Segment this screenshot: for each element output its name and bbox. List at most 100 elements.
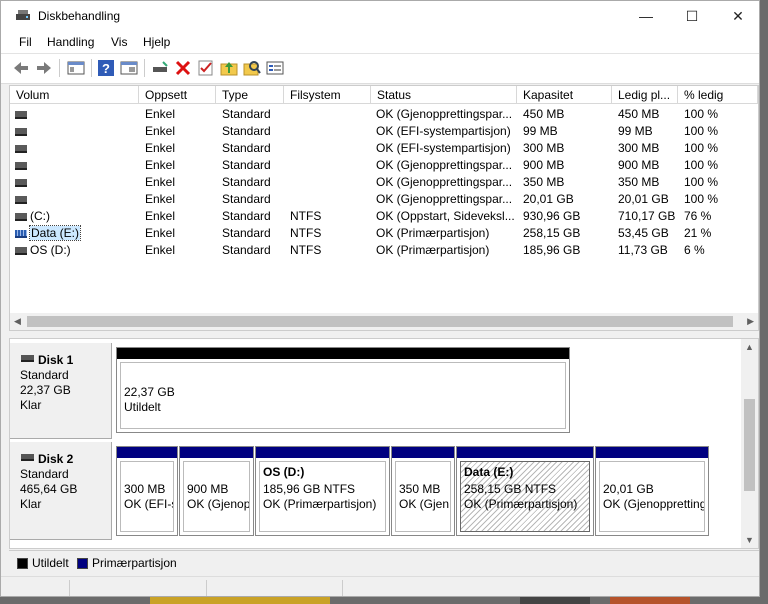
volume-row[interactable]: Enkel Standard OK (Gjenopprettingspar... 45… bbox=[10, 106, 750, 123]
desktop-background bbox=[610, 597, 690, 604]
help-icon[interactable]: ? bbox=[97, 59, 115, 77]
column-header-capacity[interactable]: Kapasitet bbox=[517, 86, 612, 104]
volume-free-space-cell: 11,73 GB bbox=[618, 243, 668, 257]
maximize-button[interactable]: ☐ bbox=[669, 1, 715, 31]
volume-icon bbox=[15, 213, 27, 221]
scroll-up-icon[interactable]: ▲ bbox=[745, 342, 754, 352]
menu-file[interactable]: Fil bbox=[19, 35, 32, 49]
volume-icon bbox=[15, 247, 27, 255]
partition-size: 22,37 GB bbox=[124, 385, 175, 399]
minimize-button[interactable]: — bbox=[623, 1, 669, 31]
check-icon[interactable] bbox=[197, 59, 215, 77]
search-icon[interactable] bbox=[243, 59, 261, 77]
volume-row[interactable]: Enkel Standard OK (Gjenopprettingspar... 35… bbox=[10, 174, 750, 191]
partition-status: OK (Gjenop bbox=[187, 497, 250, 511]
partition-body: 300 MB OK (EFI-s bbox=[120, 461, 174, 532]
legend-swatch-primary bbox=[77, 558, 88, 569]
scroll-down-icon[interactable]: ▼ bbox=[745, 535, 754, 545]
partition-body: OS (D:) 185,96 GB NTFS OK (Primærpartisj… bbox=[259, 461, 386, 532]
disk-size: 22,37 GB bbox=[20, 383, 71, 397]
volume-free-space-cell: 710,17 GB bbox=[618, 209, 676, 223]
menu-view[interactable]: Vis bbox=[111, 35, 127, 49]
volume-name: (C:) bbox=[30, 209, 50, 223]
volume-icon bbox=[15, 196, 27, 204]
legend-label-primary: Primærpartisjon bbox=[92, 556, 177, 570]
volume-free-space-cell: 53,45 GB bbox=[618, 226, 669, 240]
connect-drive-icon[interactable] bbox=[151, 59, 169, 77]
volume-percent-free-cell: 6 % bbox=[684, 243, 705, 257]
volume-icon bbox=[15, 145, 27, 153]
partition-recovery-900mb[interactable]: 900 MB OK (Gjenop bbox=[179, 446, 254, 536]
volume-row[interactable]: Data (E:) Enkel Standard NTFS OK (Primærpart… bbox=[10, 225, 750, 242]
volume-free-space-cell: 900 MB bbox=[618, 158, 660, 172]
partition-body: 350 MB OK (Gjen bbox=[395, 461, 451, 532]
vertical-scrollbar[interactable]: ▲ ▼ bbox=[741, 339, 758, 548]
column-header-volume[interactable]: Volum bbox=[10, 86, 139, 104]
disk-type: Standard bbox=[20, 467, 69, 481]
partition-recovery-350mb[interactable]: 350 MB OK (Gjen bbox=[391, 446, 455, 536]
console-tree-icon[interactable] bbox=[67, 59, 85, 77]
legend: Utildelt Primærpartisjon bbox=[9, 550, 759, 575]
partition-recovery-20gb[interactable]: 20,01 GB OK (Gjenoppretting bbox=[595, 446, 709, 536]
column-header-percent-free[interactable]: % ledig bbox=[678, 86, 758, 104]
volume-filesystem-cell: NTFS bbox=[290, 209, 322, 223]
column-header-type[interactable]: Type bbox=[216, 86, 284, 104]
volume-row[interactable]: Enkel Standard OK (Gjenopprettingspar... 90… bbox=[10, 157, 750, 174]
disk-name: Disk 2 bbox=[38, 452, 74, 466]
column-header-free-space[interactable]: Ledig pl... bbox=[612, 86, 678, 104]
title-bar: Diskbehandling — ☐ ✕ bbox=[1, 1, 759, 31]
volume-row[interactable]: OS (D:) Enkel Standard NTFS OK (Primærpartis… bbox=[10, 242, 750, 259]
partition-efi[interactable]: 300 MB OK (EFI-s bbox=[116, 446, 178, 536]
volume-type-cell: Standard bbox=[222, 209, 271, 223]
forward-icon[interactable] bbox=[35, 59, 53, 77]
disk-icon bbox=[21, 355, 34, 362]
disk-2-label[interactable]: Disk 2 Standard 465,64 GB Klar bbox=[10, 442, 112, 540]
horizontal-scrollbar[interactable]: ◀ ▶ bbox=[10, 313, 758, 330]
partition-status: OK (Gjenoppretting bbox=[603, 497, 705, 511]
column-header-status[interactable]: Status bbox=[371, 86, 517, 104]
volume-row[interactable]: Enkel Standard OK (Gjenopprettingspar... 20… bbox=[10, 191, 750, 208]
disk-icon bbox=[21, 454, 34, 461]
delete-icon[interactable] bbox=[174, 59, 192, 77]
menu-help[interactable]: Hjelp bbox=[143, 35, 170, 49]
volume-status-cell: OK (Gjenopprettingspar... bbox=[376, 192, 513, 206]
minimize-icon: — bbox=[639, 8, 653, 24]
volume-filesystem-cell: NTFS bbox=[290, 226, 322, 240]
disk-type: Standard bbox=[20, 368, 69, 382]
volume-capacity-cell: 450 MB bbox=[523, 107, 565, 121]
folder-up-icon[interactable] bbox=[220, 59, 238, 77]
volume-capacity-cell: 900 MB bbox=[523, 158, 565, 172]
vertical-scroll-thumb[interactable] bbox=[744, 399, 755, 491]
volume-layout-cell: Enkel bbox=[145, 158, 176, 172]
volume-row[interactable]: Enkel Standard OK (EFI-systempartisjon) 99 … bbox=[10, 123, 750, 140]
disk-1-label[interactable]: Disk 1 Standard 22,37 GB Klar bbox=[10, 343, 112, 439]
column-header-filesystem[interactable]: Filsystem bbox=[284, 86, 371, 104]
scroll-left-icon[interactable]: ◀ bbox=[14, 316, 21, 327]
menu-action[interactable]: Handling bbox=[47, 35, 94, 49]
partition-size: 900 MB bbox=[187, 482, 229, 496]
partition-color-band bbox=[117, 447, 177, 458]
horizontal-scroll-thumb[interactable] bbox=[27, 316, 733, 327]
maximize-icon: ☐ bbox=[685, 8, 699, 24]
volume-percent-free-cell: 21 % bbox=[684, 226, 712, 240]
column-header-layout[interactable]: Oppsett bbox=[139, 86, 216, 104]
volume-free-space-cell: 350 MB bbox=[618, 175, 660, 189]
desktop-background bbox=[520, 597, 590, 604]
properties-icon[interactable] bbox=[120, 59, 138, 77]
back-icon[interactable] bbox=[12, 59, 30, 77]
volume-layout-cell: Enkel bbox=[145, 209, 176, 223]
volume-status-cell: OK (Gjenopprettingspar... bbox=[376, 107, 513, 121]
list-icon[interactable] bbox=[266, 59, 284, 77]
scroll-right-icon[interactable]: ▶ bbox=[747, 316, 754, 327]
partition-os-d[interactable]: OS (D:) 185,96 GB NTFS OK (Primærpartisj… bbox=[255, 446, 390, 536]
close-button[interactable]: ✕ bbox=[715, 1, 759, 31]
volume-row[interactable]: (C:) Enkel Standard NTFS OK (Oppstart, Sidev… bbox=[10, 208, 750, 225]
volume-row[interactable]: Enkel Standard OK (EFI-systempartisjon) 300… bbox=[10, 140, 750, 157]
volume-type-cell: Standard bbox=[222, 192, 271, 206]
volume-icon bbox=[15, 179, 27, 187]
partition-unallocated[interactable]: 22,37 GB Utildelt bbox=[116, 347, 570, 433]
volume-layout-cell: Enkel bbox=[145, 107, 176, 121]
partition-data-e[interactable]: Data (E:) 258,15 GB NTFS OK (Primærparti… bbox=[456, 446, 594, 536]
volume-status-cell: OK (Oppstart, Sideveksl... bbox=[376, 209, 514, 223]
status-bar-divider bbox=[206, 580, 207, 596]
